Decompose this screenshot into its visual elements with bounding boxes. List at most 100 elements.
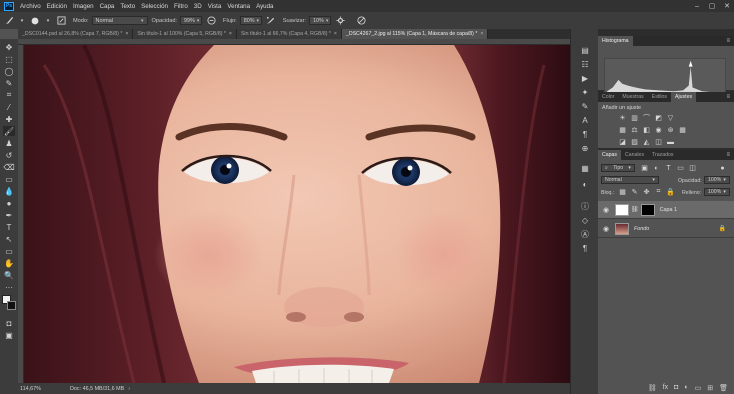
menu-vista[interactable]: Vista bbox=[208, 3, 222, 10]
new-layer-icon[interactable]: ⊞ bbox=[707, 384, 713, 392]
color-balance-icon[interactable]: ⚖ bbox=[630, 126, 639, 134]
layer-filter-select[interactable]: ⌕ Tipo ▾ bbox=[601, 164, 635, 172]
layer-name[interactable]: Capa 1 bbox=[660, 207, 677, 213]
menu-seleccion[interactable]: Selección bbox=[141, 3, 168, 10]
add-mask-icon[interactable]: ◘ bbox=[674, 384, 678, 391]
flow-input[interactable]: 80% ▾ bbox=[239, 16, 262, 25]
color-lookup-icon[interactable]: ▦ bbox=[678, 126, 687, 134]
tab-estilos[interactable]: Estilos bbox=[648, 92, 671, 102]
info-panel-icon[interactable]: ⓘ bbox=[579, 201, 591, 211]
lasso-tool-icon[interactable]: ◯ bbox=[3, 66, 15, 76]
lock-all-icon[interactable]: 🔒 bbox=[666, 188, 675, 196]
paragraph-panel-icon[interactable]: ¶ bbox=[579, 129, 591, 139]
pen-tool-icon[interactable]: ✒ bbox=[3, 210, 15, 220]
gradient-tool-icon[interactable]: ▭ bbox=[3, 174, 15, 184]
visibility-eye-icon[interactable]: ◉ bbox=[601, 225, 611, 233]
layer-style-icon[interactable]: fx bbox=[663, 384, 668, 391]
menu-archivo[interactable]: Archivo bbox=[20, 3, 41, 10]
menu-ayuda[interactable]: Ayuda bbox=[256, 3, 273, 10]
close-icon[interactable]: × bbox=[229, 31, 232, 37]
properties-panel-icon[interactable]: ☷ bbox=[579, 59, 591, 69]
move-tool-icon[interactable]: ✥ bbox=[3, 42, 15, 52]
tab-muestras[interactable]: Muestras bbox=[618, 92, 647, 102]
panel-menu-icon[interactable]: ≡ bbox=[726, 152, 730, 158]
tab-histograma[interactable]: Histograma bbox=[598, 36, 633, 46]
menu-imagen[interactable]: Imagen bbox=[73, 3, 94, 10]
more-tools-icon[interactable]: ··· bbox=[3, 282, 15, 292]
type-tool-icon[interactable]: T bbox=[3, 222, 15, 232]
close-icon[interactable]: × bbox=[334, 31, 337, 37]
color-panel-icon[interactable]: ◐ bbox=[579, 179, 591, 189]
menu-capa[interactable]: Capa bbox=[100, 3, 115, 10]
filter-smart-object-icon[interactable]: ◫ bbox=[688, 164, 697, 172]
tab-trazados[interactable]: Trazados bbox=[648, 150, 677, 160]
new-group-icon[interactable]: ▭ bbox=[695, 384, 702, 392]
blur-tool-icon[interactable]: 💧 bbox=[3, 186, 15, 196]
close-icon[interactable]: × bbox=[125, 31, 128, 37]
exposure-icon[interactable]: ◩ bbox=[654, 114, 663, 122]
pressure-size-icon[interactable] bbox=[356, 16, 366, 26]
minimize-button[interactable]: – bbox=[690, 0, 704, 12]
new-adjustment-layer-icon[interactable]: ◐ bbox=[684, 384, 688, 391]
history-panel-icon[interactable]: ▤ bbox=[579, 45, 591, 55]
quick-mask-icon[interactable]: ◘ bbox=[3, 318, 15, 328]
status-menu-icon[interactable]: › bbox=[128, 386, 130, 392]
marquee-tool-icon[interactable]: ⬚ bbox=[3, 54, 15, 64]
tab-dsc0144[interactable]: _DSC0144.psd al 26,8% (Capa 7, RGB/8) * × bbox=[18, 29, 134, 39]
tab-sin-titulo-capa4[interactable]: Sin título-1 al 66,7% (Capa 4, RGB/8) * × bbox=[236, 29, 342, 39]
close-button[interactable]: ✕ bbox=[720, 0, 734, 12]
lock-artboard-icon[interactable]: ⌗ bbox=[654, 188, 663, 196]
blend-mode-select[interactable]: Normal ▾ bbox=[601, 176, 659, 184]
vibrance-icon[interactable]: ▽ bbox=[666, 114, 675, 122]
history-brush-tool-icon[interactable]: ↺ bbox=[3, 150, 15, 160]
menu-ventana[interactable]: Ventana bbox=[227, 3, 250, 10]
menu-edicion[interactable]: Edición bbox=[47, 3, 67, 10]
invert-icon[interactable]: ◪ bbox=[618, 138, 627, 146]
maximize-button[interactable]: ▢ bbox=[705, 0, 719, 12]
adjustments-panel-icon[interactable]: ✦ bbox=[579, 87, 591, 97]
path-selection-tool-icon[interactable]: ↖ bbox=[3, 234, 15, 244]
filter-type-icon[interactable]: T bbox=[664, 164, 673, 172]
threshold-icon[interactable]: ◭ bbox=[642, 138, 651, 146]
panel-menu-icon[interactable]: ≡ bbox=[726, 38, 730, 44]
channel-mixer-icon[interactable]: ⊛ bbox=[666, 126, 675, 134]
tool-preset-chevron-icon[interactable]: ▾ bbox=[17, 16, 27, 26]
curves-icon[interactable]: ⌒ bbox=[642, 114, 651, 122]
brightness-contrast-icon[interactable]: ☀ bbox=[618, 114, 627, 122]
brush-settings-icon[interactable] bbox=[56, 16, 66, 26]
eyedropper-tool-icon[interactable]: ⁄ bbox=[3, 102, 15, 112]
tab-sin-titulo-capa5[interactable]: Sin título-1 al 100% (Capa 5, RGB/8) * × bbox=[133, 29, 237, 39]
panel-menu-icon[interactable]: ≡ bbox=[726, 94, 730, 100]
brush-panel-icon[interactable]: ▾ bbox=[43, 16, 53, 26]
layer-mask-thumbnail[interactable] bbox=[640, 203, 655, 216]
smoothing-settings-icon[interactable] bbox=[335, 16, 345, 26]
opacity-input[interactable]: 99% ▾ bbox=[180, 16, 203, 25]
black-white-icon[interactable]: ◧ bbox=[642, 126, 651, 134]
selective-color-icon[interactable]: ◫ bbox=[654, 138, 663, 146]
tab-dsc4267[interactable]: _DSC4267_2.jpg al 115% (Capa 1, Máscara … bbox=[341, 29, 489, 39]
levels-icon[interactable]: ▥ bbox=[630, 114, 639, 122]
menu-3d[interactable]: 3D bbox=[194, 3, 202, 10]
hand-tool-icon[interactable]: ✋ bbox=[3, 258, 15, 268]
brush-size-icon[interactable] bbox=[30, 16, 40, 26]
hue-saturation-icon[interactable]: ▦ bbox=[618, 126, 627, 134]
dodge-tool-icon[interactable]: ● bbox=[3, 198, 15, 208]
lock-pixels-icon[interactable]: ✎ bbox=[630, 188, 639, 196]
tab-color[interactable]: Color bbox=[598, 92, 618, 102]
lock-position-icon[interactable]: ✥ bbox=[642, 188, 651, 196]
tab-capas[interactable]: Capas bbox=[598, 150, 621, 160]
brush-presets-icon[interactable]: ✎ bbox=[579, 101, 591, 111]
menu-filtro[interactable]: Filtro bbox=[174, 3, 188, 10]
mask-link-icon[interactable]: ⛓ bbox=[631, 206, 639, 213]
paths-panel-icon[interactable]: ¶ bbox=[579, 243, 591, 253]
clone-stamp-tool-icon[interactable]: ♟ bbox=[3, 138, 15, 148]
brush-tool-icon[interactable] bbox=[4, 16, 14, 26]
pressure-opacity-icon[interactable] bbox=[206, 16, 216, 26]
healing-brush-tool-icon[interactable]: ✚ bbox=[3, 114, 15, 124]
smooth-input[interactable]: 10% ▾ bbox=[309, 16, 332, 25]
background-color-swatch[interactable] bbox=[7, 301, 16, 310]
airbrush-icon[interactable] bbox=[266, 16, 276, 26]
lock-transparent-icon[interactable]: ▦ bbox=[618, 188, 627, 196]
document-canvas[interactable] bbox=[24, 45, 570, 383]
close-icon[interactable]: × bbox=[480, 31, 483, 37]
